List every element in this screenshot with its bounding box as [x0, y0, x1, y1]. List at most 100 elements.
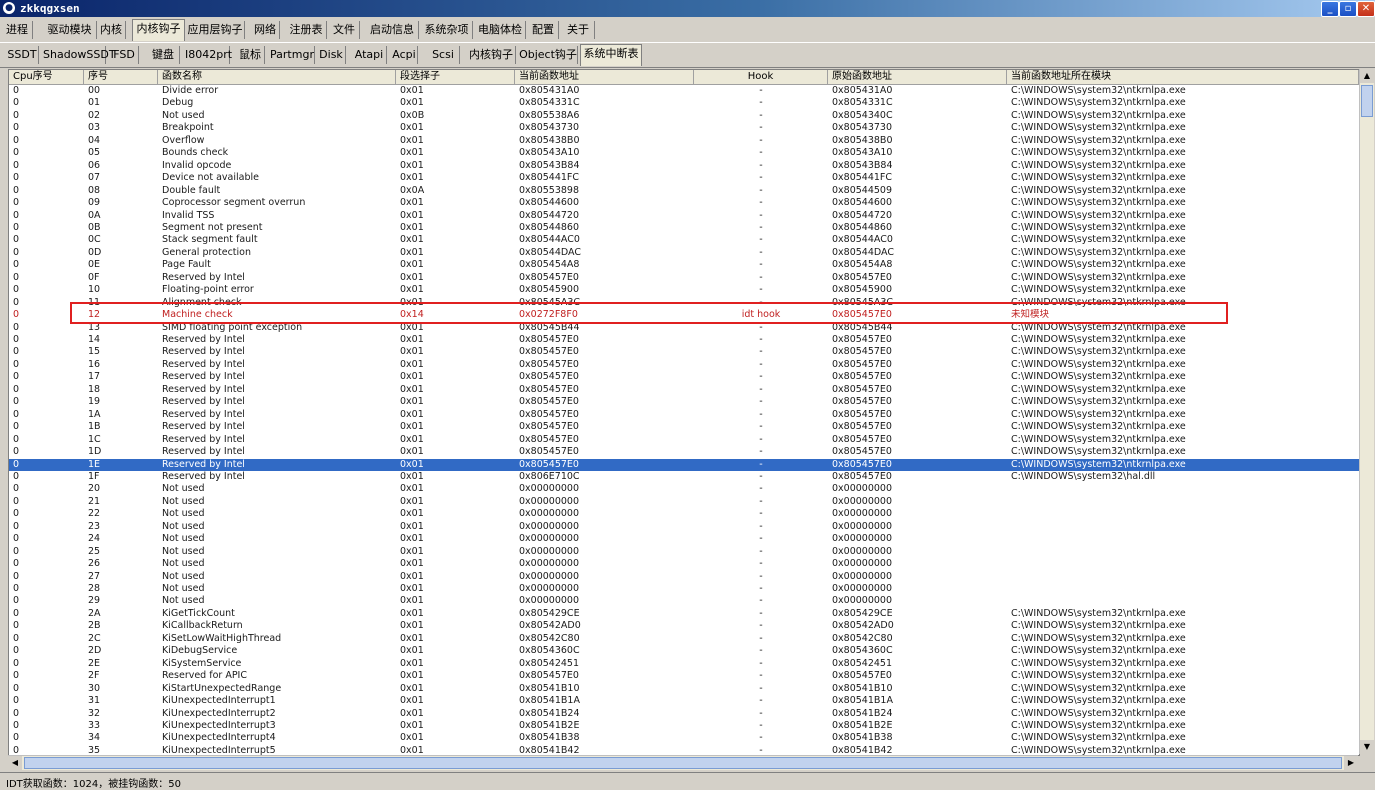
sub-tab-8[interactable]: Atapi [352, 46, 387, 64]
table-row[interactable]: 0 0C Stack segment fault 0x01 0x80544AC0 - 0x8… [9, 234, 1359, 247]
scroll-down-icon[interactable]: ▼ [1360, 740, 1374, 754]
main-tab-2[interactable]: 内核 [97, 21, 126, 39]
column-header-function-name[interactable]: 函数名称 [158, 70, 396, 84]
sub-tab-7[interactable]: Disk [317, 46, 346, 64]
scroll-left-icon[interactable]: ◀ [8, 756, 22, 770]
scroll-thumb[interactable] [1361, 85, 1373, 117]
sub-tab-5[interactable]: 鼠标 [236, 46, 265, 64]
scroll-right-icon[interactable]: ▶ [1344, 756, 1358, 770]
table-row[interactable]: 0 11 Alignment check 0x01 0x80545A3C - 0x80545… [9, 297, 1359, 310]
column-header-original-address[interactable]: 原始函数地址 [828, 70, 1007, 84]
main-tab-4[interactable]: 应用层钩子 [186, 21, 245, 39]
table-row[interactable]: 0 01 Debug 0x01 0x8054331C - 0x8054331C C:\WIND… [9, 97, 1359, 110]
table-row[interactable]: 0 2D KiDebugService 0x01 0x8054360C - 0x805436… [9, 645, 1359, 658]
table-row[interactable]: 0 0F Reserved by Intel 0x01 0x805457E0 - 0x805… [9, 272, 1359, 285]
table-row[interactable]: 0 0A Invalid TSS 0x01 0x80544720 - 0x80544720 C… [9, 210, 1359, 223]
table-row[interactable]: 0 1F Reserved by Intel 0x01 0x806E710C - 0x805… [9, 471, 1359, 484]
main-tab-9[interactable]: 系统杂项 [421, 21, 473, 39]
main-tab-1[interactable]: 驱动模块 [43, 21, 97, 39]
sub-tab-2[interactable]: FSD [110, 46, 139, 64]
table-row[interactable]: 0 07 Device not available 0x01 0x805441FC - 0x… [9, 172, 1359, 185]
table-row[interactable]: 0 20 Not used 0x01 0x00000000 - 0x00000000 [9, 483, 1359, 496]
table-row[interactable]: 0 10 Floating-point error 0x01 0x80545900 - 0x… [9, 284, 1359, 297]
table-row[interactable]: 0 31 KiUnexpectedInterrupt1 0x01 0x80541B1A -… [9, 695, 1359, 708]
column-header-index[interactable]: 序号 [84, 70, 158, 84]
table-row[interactable]: 0 13 SIMD floating point exception 0x01 0x80… [9, 322, 1359, 335]
sub-tab-12[interactable]: Object钩子 [519, 46, 578, 64]
table-row[interactable]: 0 14 Reserved by Intel 0x01 0x805457E0 - 0x805… [9, 334, 1359, 347]
main-tab-6[interactable]: 注册表 [286, 21, 327, 39]
column-header-segment-selector[interactable]: 段选择子 [396, 70, 515, 84]
main-tab-8[interactable]: 启动信息 [366, 21, 419, 39]
table-row[interactable]: 0 03 Breakpoint 0x01 0x80543730 - 0x80543730 C:… [9, 122, 1359, 135]
sub-tab-13[interactable]: 系统中断表 [580, 44, 642, 66]
table-row[interactable]: 0 30 KiStartUnexpectedRange 0x01 0x80541B10 -… [9, 683, 1359, 696]
scroll-up-icon[interactable]: ▲ [1360, 69, 1374, 83]
sub-tab-9[interactable]: Acpi [391, 46, 418, 64]
table-row[interactable]: 0 19 Reserved by Intel 0x01 0x805457E0 - 0x805… [9, 396, 1359, 409]
minimize-button[interactable]: _ [1321, 1, 1339, 17]
table-row[interactable]: 0 2E KiSystemService 0x01 0x80542451 - 0x80542… [9, 658, 1359, 671]
column-header-current-address[interactable]: 当前函数地址 [515, 70, 694, 84]
column-header-cpu-index[interactable]: Cpu序号 [9, 70, 84, 84]
sub-tab-0[interactable]: SSDT [6, 46, 39, 64]
sub-tab-4[interactable]: I8042prt [185, 46, 232, 64]
table-row[interactable]: 0 05 Bounds check 0x01 0x80543A10 - 0x80543A10… [9, 147, 1359, 160]
sub-tab-11[interactable]: 内核钩子 [467, 46, 516, 64]
column-header-module-path[interactable]: 当前函数地址所在模块 [1007, 70, 1359, 84]
main-tab-10[interactable]: 电脑体检 [475, 21, 526, 39]
table-row[interactable]: 0 06 Invalid opcode 0x01 0x80543B84 - 0x80543B… [9, 160, 1359, 173]
table-row[interactable]: 0 09 Coprocessor segment overrun 0x01 0x8054… [9, 197, 1359, 210]
table-row[interactable]: 0 29 Not used 0x01 0x00000000 - 0x00000000 [9, 595, 1359, 608]
table-row[interactable]: 0 00 Divide error 0x01 0x805431A0-0x805431A0… [9, 85, 1359, 98]
table-row[interactable]: 0 2B KiCallbackReturn 0x01 0x80542AD0 - 0x8054… [9, 620, 1359, 633]
horizontal-scrollbar[interactable]: ◀ ▶ [8, 755, 1358, 770]
table-row[interactable]: 0 1D Reserved by Intel 0x01 0x805457E0 - 0x805… [9, 446, 1359, 459]
table-row[interactable]: 0 02 Not used 0x0B 0x805538A6 - 0x8054340C C:\W… [9, 110, 1359, 123]
close-button[interactable]: ✕ [1357, 1, 1375, 17]
table-row[interactable]: 0 26 Not used 0x01 0x00000000 - 0x00000000 [9, 558, 1359, 571]
table-row[interactable]: 0 04 Overflow 0x01 0x805438B0 - 0x805438B0 C:\W… [9, 135, 1359, 148]
table-row[interactable]: 0 32 KiUnexpectedInterrupt2 0x01 0x80541B24 -… [9, 708, 1359, 721]
main-tab-5[interactable]: 网络 [251, 21, 280, 39]
table-row[interactable]: 0 34 KiUnexpectedInterrupt4 0x01 0x80541B38 -… [9, 732, 1359, 745]
sub-tab-1[interactable]: ShadowSSDT [43, 46, 116, 64]
hscroll-thumb[interactable] [24, 757, 1342, 769]
main-tab-11[interactable]: 配置 [528, 21, 559, 39]
cell-hook-type: - [759, 607, 763, 619]
vertical-scrollbar[interactable]: ▲ ▼ [1359, 69, 1374, 754]
table-row[interactable]: 0 16 Reserved by Intel 0x01 0x805457E0 - 0x805… [9, 359, 1359, 372]
table-row[interactable]: 0 24 Not used 0x01 0x00000000 - 0x00000000 [9, 533, 1359, 546]
table-row[interactable]: 0 17 Reserved by Intel 0x01 0x805457E0 - 0x805… [9, 371, 1359, 384]
table-row[interactable]: 0 18 Reserved by Intel 0x01 0x805457E0 - 0x805… [9, 384, 1359, 397]
table-row[interactable]: 0 15 Reserved by Intel 0x01 0x805457E0 - 0x805… [9, 346, 1359, 359]
table-row[interactable]: 0 23 Not used 0x01 0x00000000 - 0x00000000 [9, 521, 1359, 534]
main-tab-7[interactable]: 文件 [329, 21, 360, 39]
table-row[interactable]: 0 2C KiSetLowWaitHighThread 0x01 0x80542C80 -… [9, 633, 1359, 646]
table-row[interactable]: 0 1A Reserved by Intel 0x01 0x805457E0 - 0x805… [9, 409, 1359, 422]
column-header-hook-type[interactable]: Hook [694, 70, 828, 84]
main-tab-0[interactable]: 进程 [2, 21, 33, 39]
main-tab-3[interactable]: 内核钩子 [132, 19, 185, 41]
table-row[interactable]: 0 21 Not used 0x01 0x00000000 - 0x00000000 [9, 496, 1359, 509]
table-row[interactable]: 0 2A KiGetTickCount 0x01 0x805429CE - 0x805429… [9, 608, 1359, 621]
sub-tab-10[interactable]: Scsi [427, 46, 460, 64]
main-tab-12[interactable]: 关于 [562, 21, 595, 39]
table-row[interactable]: 0 0D General protection 0x01 0x80544DAC - 0x80… [9, 247, 1359, 260]
table-row[interactable]: 0 25 Not used 0x01 0x00000000 - 0x00000000 [9, 546, 1359, 559]
table-row[interactable]: 0 12 Machine check 0x14 0x0272F8F0 idt hook 0x… [9, 309, 1359, 322]
table-row[interactable]: 0 2F Reserved for APIC 0x01 0x805457E0 - 0x805… [9, 670, 1359, 683]
sub-tab-3[interactable]: 键盘 [147, 46, 180, 64]
table-row[interactable]: 0 27 Not used 0x01 0x00000000 - 0x00000000 [9, 571, 1359, 584]
table-row[interactable]: 0 1B Reserved by Intel 0x01 0x805457E0 - 0x805… [9, 421, 1359, 434]
table-row[interactable]: 0 28 Not used 0x01 0x00000000 - 0x00000000 [9, 583, 1359, 596]
table-row[interactable]: 0 1C Reserved by Intel 0x01 0x805457E0 - 0x805… [9, 434, 1359, 447]
table-row[interactable]: 0 0E Page Fault 0x01 0x805454A8 - 0x805454A8 C:… [9, 259, 1359, 272]
table-row[interactable]: 0 1E Reserved by Intel 0x01 0x805457E0 - 0x805… [9, 458, 1359, 471]
table-row[interactable]: 0 33 KiUnexpectedInterrupt3 0x01 0x80541B2E -… [9, 720, 1359, 733]
table-row[interactable]: 0 08 Double fault 0x0A 0x80553898 - 0x80544509… [9, 185, 1359, 198]
maximize-button[interactable]: ▫ [1339, 1, 1357, 17]
table-row[interactable]: 0 22 Not used 0x01 0x00000000 - 0x00000000 [9, 508, 1359, 521]
sub-tab-6[interactable]: Partmgr [270, 46, 315, 64]
table-row[interactable]: 0 0B Segment not present 0x01 0x80544860 - 0x8… [9, 222, 1359, 235]
